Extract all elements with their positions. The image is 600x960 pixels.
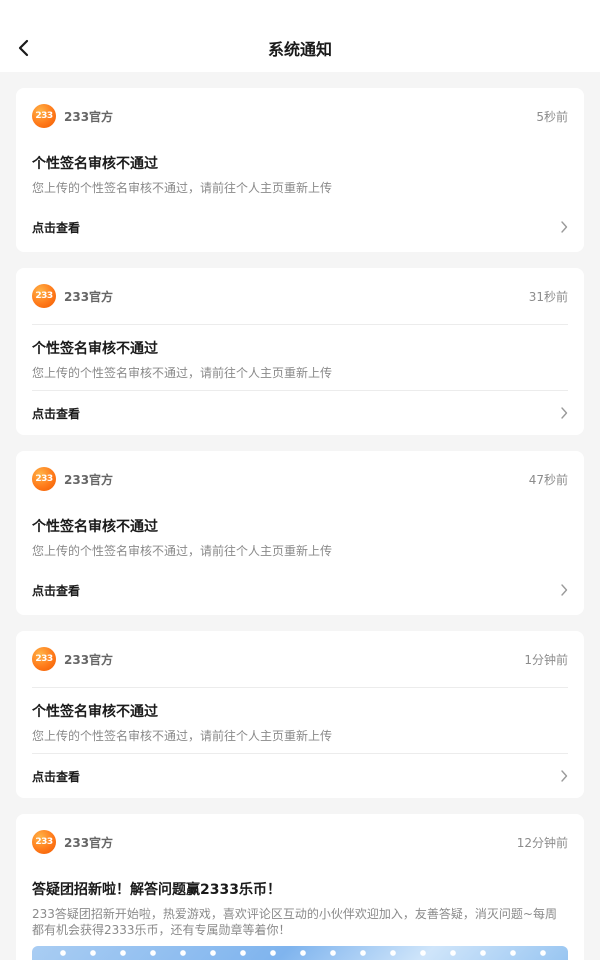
notification-desc: 您上传的个性签名审核不通过，请前往个人主页重新上传 xyxy=(32,544,333,558)
source-name: 233官方 xyxy=(64,289,114,304)
divider xyxy=(32,687,568,688)
view-details-label: 点击查看 xyxy=(32,583,81,598)
notification-title: 个性签名审核不通过 xyxy=(32,156,158,172)
notification-desc: 233答疑团招新开始啦，热爱游戏，喜欢评论区互动的小伙伴欢迎加入，友善答疑，消灭… xyxy=(32,907,557,937)
timestamp: 5秒前 xyxy=(536,109,568,124)
notification-desc: 您上传的个性签名审核不通过，请前往个人主页重新上传 xyxy=(32,181,333,195)
notification-desc: 您上传的个性签名审核不通过，请前往个人主页重新上传 xyxy=(32,366,333,380)
official-logo: 233 xyxy=(32,830,56,854)
card-header: 233 233官方 5秒前 xyxy=(32,88,568,144)
notification-title: 个性签名审核不通过 xyxy=(32,704,158,720)
card-header: 233 233官方 12分钟前 xyxy=(32,814,568,870)
page-title: 系统通知 xyxy=(267,40,332,59)
notification-card: 233 233官方 47秒前 个性签名审核不通过 您上传的个性签名审核不通过，请… xyxy=(16,451,584,615)
official-logo: 233 xyxy=(32,467,56,491)
card-header: 233 233官方 47秒前 xyxy=(32,451,568,507)
card-header: 233 233官方 31秒前 xyxy=(32,268,568,324)
promo-banner-image[interactable] xyxy=(32,946,568,960)
notification-title: 答疑团招新啦！解答问题赢2333乐币！ xyxy=(32,882,281,898)
official-logo: 233 xyxy=(32,284,56,308)
view-details-button[interactable]: 点击查看 xyxy=(32,391,568,435)
card-header: 233 233官方 1分钟前 xyxy=(32,631,568,687)
divider xyxy=(32,324,568,325)
view-details-label: 点击查看 xyxy=(32,769,81,784)
notification-card[interactable]: 233 233官方 12分钟前 答疑团招新啦！解答问题赢2333乐币！ 233答… xyxy=(16,814,584,960)
view-details-label: 点击查看 xyxy=(32,406,81,421)
notification-title: 个性签名审核不通过 xyxy=(32,519,158,535)
notification-card: 233 233官方 31秒前 个性签名审核不通过 您上传的个性签名审核不通过，请… xyxy=(16,268,584,435)
chevron-right-icon xyxy=(561,770,568,782)
official-logo: 233 xyxy=(32,104,56,128)
chevron-right-icon xyxy=(561,407,568,419)
timestamp: 31秒前 xyxy=(528,289,568,304)
source-name: 233官方 xyxy=(64,652,114,667)
official-logo: 233 xyxy=(32,647,56,671)
chevron-right-icon xyxy=(561,221,568,233)
chevron-right-icon xyxy=(561,584,568,596)
timestamp: 12分钟前 xyxy=(516,835,568,850)
notification-list: 233 233官方 5秒前 个性签名审核不通过 您上传的个性签名审核不通过，请前… xyxy=(16,88,584,960)
notification-title: 个性签名审核不通过 xyxy=(32,341,158,357)
notification-card: 233 233官方 5秒前 个性签名审核不通过 您上传的个性签名审核不通过，请前… xyxy=(16,88,584,252)
source-name: 233官方 xyxy=(64,109,114,124)
notification-desc: 您上传的个性签名审核不通过，请前往个人主页重新上传 xyxy=(32,729,333,743)
source-name: 233官方 xyxy=(64,835,114,850)
view-details-button[interactable]: 点击查看 xyxy=(32,754,568,798)
view-details-button[interactable]: 点击查看 xyxy=(32,565,568,615)
timestamp: 47秒前 xyxy=(528,472,568,487)
top-bar: 系统通知 xyxy=(0,0,600,72)
view-details-button[interactable]: 点击查看 xyxy=(32,202,568,252)
view-details-label: 点击查看 xyxy=(32,220,81,235)
notification-card: 233 233官方 1分钟前 个性签名审核不通过 您上传的个性签名审核不通过，请… xyxy=(16,631,584,798)
source-name: 233官方 xyxy=(64,472,114,487)
timestamp: 1分钟前 xyxy=(524,652,568,667)
banner-dots-decoration xyxy=(48,950,552,956)
